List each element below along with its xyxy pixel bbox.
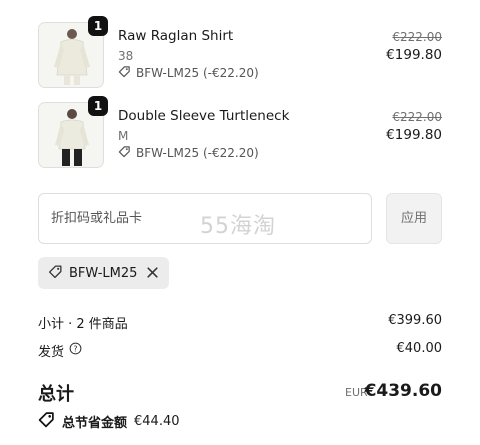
product-name[interactable]: Double Sleeve Turtleneck [118, 108, 289, 124]
item-discount: BFW-LM25 (-€22.20) [118, 145, 259, 161]
total-savings: 总节省金额 €44.40 [38, 411, 180, 432]
remove-code-icon[interactable] [146, 266, 159, 283]
savings-label: 总节省金额 [62, 416, 128, 431]
tag-icon [118, 65, 131, 81]
subtotal-label: 小计 · 2 件商品 [38, 317, 128, 332]
total-value: €439.60 [364, 381, 442, 401]
cart-item: 1 Raw Raglan Shirt 38 BFW-LM25 (-€22.20)… [38, 16, 442, 88]
shipping-value: €40.00 [396, 341, 443, 356]
savings-value: €44.40 [134, 414, 180, 429]
tag-icon [48, 264, 63, 283]
discounted-price: €199.80 [386, 47, 442, 63]
tag-icon [38, 411, 55, 432]
product-variant: M [118, 129, 129, 143]
svg-text:?: ? [73, 344, 77, 353]
watermark: 55海淘 [200, 214, 276, 239]
shipping-label-group: 发货 ? [38, 341, 82, 360]
quantity-badge: 1 [88, 16, 108, 36]
applied-code-text: BFW-LM25 [69, 265, 138, 281]
cart-item: 1 Double Sleeve Turtleneck M BFW-LM25 (-… [38, 96, 442, 168]
item-discount-text: BFW-LM25 (-€22.20) [136, 146, 259, 160]
help-icon[interactable]: ? [69, 342, 82, 359]
total-label: 总计 [38, 384, 74, 405]
shipping-label: 发货 [38, 345, 65, 360]
product-variant: 38 [118, 49, 134, 63]
apply-button[interactable]: 应用 [386, 193, 442, 244]
item-discount: BFW-LM25 (-€22.20) [118, 65, 259, 81]
discounted-price: €199.80 [386, 127, 442, 143]
product-name[interactable]: Raw Raglan Shirt [118, 28, 233, 44]
original-price: €222.00 [392, 110, 442, 124]
original-price: €222.00 [392, 30, 442, 44]
subtotal-value: €399.60 [388, 313, 442, 328]
applied-code-chip: BFW-LM25 [38, 257, 169, 289]
item-discount-text: BFW-LM25 (-€22.20) [136, 66, 259, 80]
quantity-badge: 1 [88, 96, 108, 116]
tag-icon [118, 145, 131, 161]
